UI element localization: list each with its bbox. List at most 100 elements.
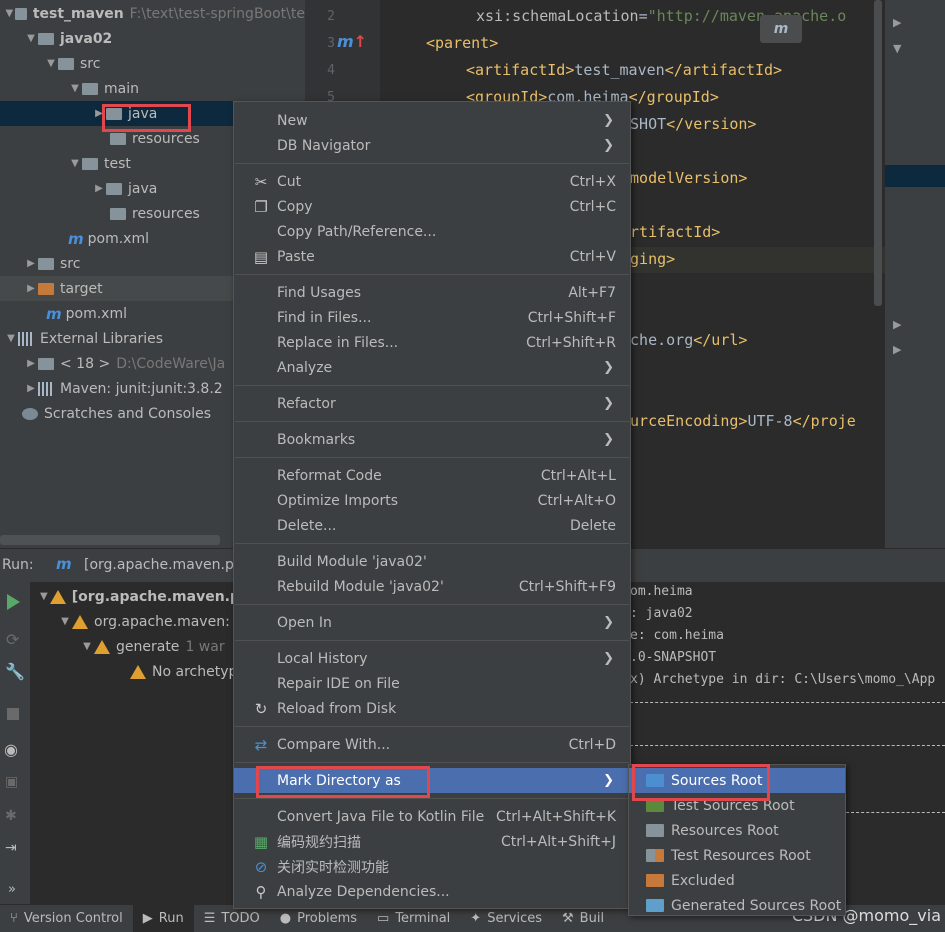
menu-item-cut[interactable]: ✂ Cut Ctrl+X (234, 169, 630, 194)
chevron-right-icon[interactable]: ▶ (92, 183, 106, 194)
highlight-box-sources-root (632, 764, 770, 801)
terminal-icon: ▭ (377, 911, 390, 926)
menu-item-open-in[interactable]: Open In ❯ (234, 610, 630, 635)
branch-icon: ⑂ (10, 911, 18, 926)
rerun-icon[interactable]: ⟳ (6, 630, 19, 649)
chevron-down-icon[interactable]: ▼ (68, 158, 82, 169)
hammer-icon: ⚒ (562, 911, 574, 926)
menu-item-local-history[interactable]: Local History ❯ (234, 646, 630, 671)
menu-separator (235, 385, 629, 386)
chevron-down-icon[interactable]: ▼ (68, 83, 82, 94)
menu-item-copy-path[interactable]: Copy Path/Reference... (234, 219, 630, 244)
tab-problems[interactable]: ● Problems (270, 905, 367, 932)
wrench-icon[interactable]: 🔧 (5, 662, 25, 681)
chevron-down-icon[interactable]: ▼ (24, 33, 38, 44)
menu-item-paste[interactable]: ▤ Paste Ctrl+V (234, 244, 630, 269)
menu-item-refactor[interactable]: Refactor ❯ (234, 391, 630, 416)
info-icon: ● (279, 911, 292, 926)
menu-item-find-usages[interactable]: Find Usages Alt+F7 (234, 280, 630, 305)
more-icon[interactable]: » (8, 882, 16, 897)
horizontal-scrollbar[interactable] (0, 535, 220, 545)
chevron-down-icon[interactable]: ▼ (38, 591, 50, 602)
line-number: 2 (327, 9, 335, 24)
submenu-item-excluded[interactable]: Excluded (629, 868, 845, 893)
camera-icon[interactable]: ▣ (5, 774, 18, 790)
menu-item-db-navigator[interactable]: DB Navigator ❯ (234, 133, 630, 158)
menu-item-compare-with[interactable]: ⇄ Compare With... Ctrl+D (234, 732, 630, 757)
chevron-down-icon[interactable]: ▼ (80, 641, 94, 652)
chevron-right-icon[interactable]: ▶ (24, 258, 38, 269)
menu-item-new[interactable]: New ❯ (234, 108, 630, 133)
console-divider (630, 702, 945, 703)
chevron-right-icon[interactable]: ▶ (24, 383, 38, 394)
paste-icon: ▤ (253, 247, 269, 266)
folder-icon (646, 874, 664, 887)
menu-item-optimize-imports[interactable]: Optimize Imports Ctrl+Alt+O (234, 488, 630, 513)
warning-icon (72, 614, 88, 629)
submenu-item-test-resources-root[interactable]: Test Resources Root (629, 843, 845, 868)
tree-item-java02[interactable]: ▼ java02 (0, 26, 305, 51)
menu-item-replace-in-files[interactable]: Replace in Files... Ctrl+Shift+R (234, 330, 630, 355)
submenu-item-generated-sources-root[interactable]: Generated Sources Root (629, 893, 845, 918)
code-line: /modelVersion> (621, 169, 748, 187)
run-tree-item[interactable]: ▼ generate 1 war (30, 634, 240, 659)
tree-item-src[interactable]: ▼ src (0, 51, 305, 76)
menu-item-rebuild-module[interactable]: Rebuild Module 'java02' Ctrl+Shift+F9 (234, 574, 630, 599)
tab-run[interactable]: ▶ Run (132, 905, 194, 932)
chevron-right-icon: ❯ (603, 113, 614, 128)
settings-icon[interactable]: ✱ (5, 808, 17, 824)
tab-version-control[interactable]: ⑂ Version Control (0, 905, 133, 932)
chevron-right-icon[interactable]: ▶ (893, 343, 901, 356)
compare-icon: ⇄ (254, 735, 268, 754)
exit-icon[interactable]: ⇥ (5, 840, 17, 856)
menu-item-delete[interactable]: Delete... Delete (234, 513, 630, 538)
chevron-down-icon[interactable]: ▼ (893, 42, 901, 55)
menu-item-build-module[interactable]: Build Module 'java02' (234, 549, 630, 574)
chevron-down-icon[interactable]: ▼ (58, 616, 72, 627)
copy-icon: ❐ (254, 197, 268, 216)
tab-todo[interactable]: ☰ TODO (194, 905, 270, 932)
menu-item-repair-ide[interactable]: Repair IDE on File (234, 671, 630, 696)
menu-separator (235, 421, 629, 422)
tab-build[interactable]: ⚒ Buil (552, 905, 614, 932)
eye-icon[interactable]: ◉ (4, 740, 18, 759)
library-icon (18, 331, 34, 346)
menu-separator (235, 604, 629, 605)
chevron-down-icon[interactable]: ▼ (4, 333, 18, 344)
run-label: Run: (2, 557, 34, 573)
submenu-item-resources-root[interactable]: Resources Root (629, 818, 845, 843)
run-tree-item[interactable]: No archetyp (30, 659, 240, 684)
chevron-right-icon[interactable]: ▶ (893, 318, 901, 331)
chevron-right-icon[interactable]: ▶ (24, 358, 38, 369)
run-tab[interactable]: [org.apache.maven.plu (84, 557, 247, 573)
menu-item-code-scan[interactable]: ▦ 编码规约扫描 Ctrl+Alt+Shift+J (234, 829, 630, 854)
chevron-right-icon[interactable]: ▶ (24, 283, 38, 294)
run-toolbar: ⟳ 🔧 ◉ ▣ ✱ ⇥ » (0, 582, 30, 904)
tree-root[interactable]: ▼ test_maven F:\text\test-springBoot\te (0, 1, 305, 26)
menu-item-bookmarks[interactable]: Bookmarks ❯ (234, 427, 630, 452)
vertical-scrollbar[interactable] (874, 0, 882, 306)
maven-gutter-icon[interactable]: m↑ (337, 32, 367, 51)
menu-item-analyze-dependencies[interactable]: ⚲ Analyze Dependencies... (234, 879, 630, 904)
run-tree-item[interactable]: ▼ [org.apache.maven.p (30, 584, 240, 609)
run-icon[interactable] (7, 594, 20, 610)
maven-reload-icon[interactable]: m (760, 15, 802, 43)
chevron-down-icon[interactable]: ▼ (4, 8, 15, 19)
chevron-right-icon[interactable]: ▶ (893, 16, 901, 29)
tab-services[interactable]: ✦ Services (460, 905, 552, 932)
run-tree-item[interactable]: ▼ org.apache.maven: (30, 609, 240, 634)
menu-item-disable-realtime-check[interactable]: ⊘ 关闭实时检测功能 (234, 854, 630, 879)
run-icon: ▶ (142, 911, 153, 926)
tree-item-main[interactable]: ▼ main (0, 76, 305, 101)
menu-item-copy[interactable]: ❐ Copy Ctrl+C (234, 194, 630, 219)
menu-item-reload-from-disk[interactable]: ↻ Reload from Disk (234, 696, 630, 721)
library-icon (38, 381, 54, 396)
menu-item-find-in-files[interactable]: Find in Files... Ctrl+Shift+F (234, 305, 630, 330)
chevron-down-icon[interactable]: ▼ (44, 58, 58, 69)
menu-item-convert-to-kotlin[interactable]: Convert Java File to Kotlin File Ctrl+Alt… (234, 804, 630, 829)
stop-icon[interactable] (7, 708, 19, 720)
tab-terminal[interactable]: ▭ Terminal (367, 905, 460, 932)
menu-item-analyze[interactable]: Analyze ❯ (234, 355, 630, 380)
menu-item-reformat-code[interactable]: Reformat Code Ctrl+Alt+L (234, 463, 630, 488)
dependencies-icon: ⚲ (255, 882, 267, 901)
